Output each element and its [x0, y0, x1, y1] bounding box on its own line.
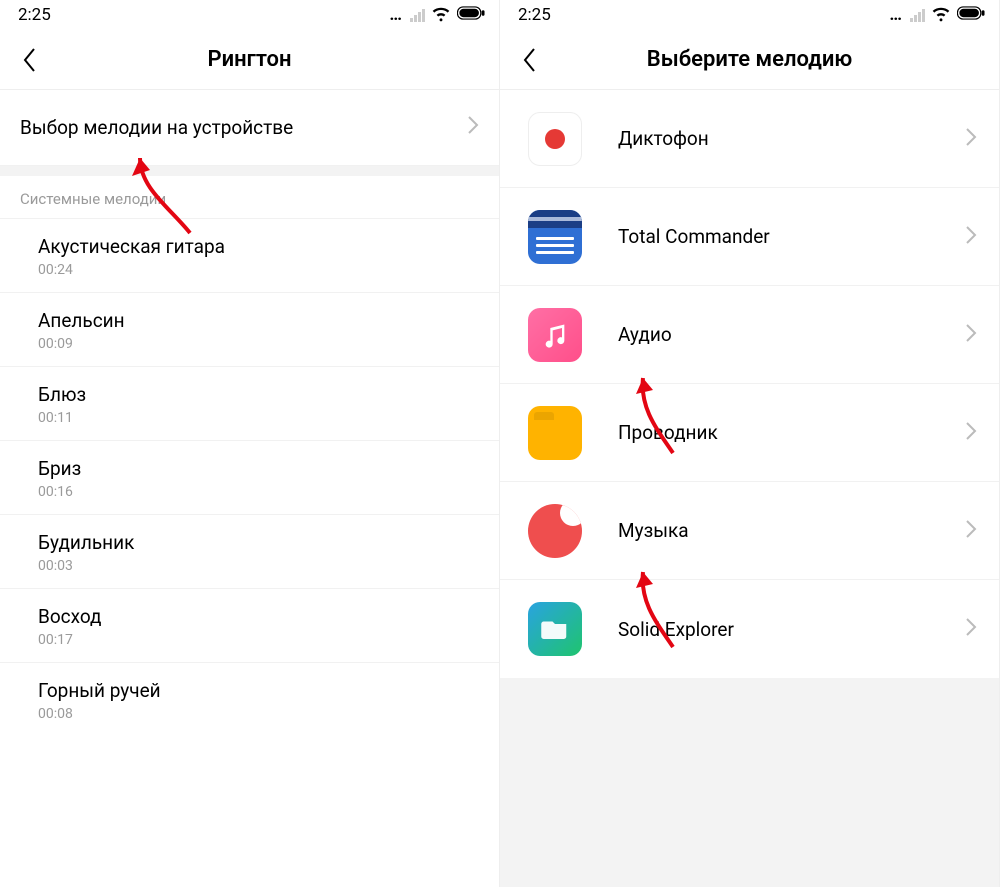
wifi-icon	[431, 3, 451, 28]
music-icon	[528, 504, 582, 558]
melody-item[interactable]: Апельсин 00:09	[0, 292, 499, 366]
chevron-right-icon	[965, 421, 977, 445]
page-title: Выберите мелодию	[500, 47, 999, 72]
more-dots-icon: …	[889, 5, 904, 25]
app-item-solid-explorer[interactable]: Solid Explorer	[500, 580, 999, 678]
back-button[interactable]	[0, 47, 60, 73]
recorder-icon	[528, 112, 582, 166]
system-melodies-header: Системные мелодии	[0, 176, 499, 218]
melody-item[interactable]: Восход 00:17	[0, 588, 499, 662]
melody-name: Апельсин	[38, 309, 479, 332]
chevron-right-icon	[965, 323, 977, 347]
solid-explorer-icon	[528, 602, 582, 656]
melody-name: Бриз	[38, 457, 479, 480]
app-item-music[interactable]: Музыка	[500, 482, 999, 580]
clock: 2:25	[18, 5, 51, 25]
header: Выберите мелодию	[500, 30, 999, 90]
back-button[interactable]	[500, 47, 560, 73]
app-label: Музыка	[618, 519, 965, 542]
melody-item[interactable]: Будильник 00:03	[0, 514, 499, 588]
divider	[0, 166, 499, 176]
chevron-right-icon	[965, 519, 977, 543]
melody-duration: 00:11	[38, 410, 479, 426]
status-icons: …	[889, 3, 985, 28]
melody-duration: 00:16	[38, 484, 479, 500]
chevron-right-icon	[965, 225, 977, 249]
app-item-audio[interactable]: Аудио	[500, 286, 999, 384]
chevron-right-icon	[965, 617, 977, 641]
empty-area	[500, 678, 999, 887]
page-title: Рингтон	[0, 47, 499, 72]
melody-name: Будильник	[38, 531, 479, 554]
app-item-file-explorer[interactable]: Проводник	[500, 384, 999, 482]
battery-icon	[957, 5, 985, 25]
app-label: Диктофон	[618, 127, 965, 150]
melody-duration: 00:17	[38, 632, 479, 648]
right-screen: 2:25 … Выберите мелодию Диктофон Total C…	[500, 0, 1000, 887]
app-item-total-commander[interactable]: Total Commander	[500, 188, 999, 286]
chevron-right-icon	[965, 127, 977, 151]
status-bar: 2:25 …	[0, 0, 499, 30]
chevron-right-icon	[467, 115, 479, 140]
melody-duration: 00:24	[38, 262, 479, 278]
battery-icon	[457, 5, 485, 25]
app-item-recorder[interactable]: Диктофон	[500, 90, 999, 188]
folder-icon	[528, 406, 582, 460]
melody-name: Блюз	[38, 383, 479, 406]
app-list: Диктофон Total Commander Аудио Проводник…	[500, 90, 999, 678]
melody-name: Акустическая гитара	[38, 235, 479, 258]
melody-duration: 00:09	[38, 336, 479, 352]
pick-melody-on-device[interactable]: Выбор мелодии на устройстве	[0, 90, 499, 166]
wifi-icon	[931, 3, 951, 28]
pick-melody-label: Выбор мелодии на устройстве	[20, 116, 293, 139]
melody-name: Восход	[38, 605, 479, 628]
melody-item[interactable]: Акустическая гитара 00:24	[0, 218, 499, 292]
left-screen: 2:25 … Рингтон Выбор мелодии на устройст…	[0, 0, 500, 887]
more-dots-icon: …	[389, 5, 404, 25]
status-icons: …	[389, 3, 485, 28]
clock: 2:25	[518, 5, 551, 25]
status-bar: 2:25 …	[500, 0, 999, 30]
app-label: Total Commander	[618, 225, 965, 248]
melody-item[interactable]: Горный ручей 00:08	[0, 662, 499, 736]
app-label: Проводник	[618, 421, 965, 444]
app-label: Solid Explorer	[618, 618, 965, 641]
melody-item[interactable]: Бриз 00:16	[0, 440, 499, 514]
signal-icon	[910, 9, 925, 22]
app-label: Аудио	[618, 323, 965, 346]
signal-icon	[410, 9, 425, 22]
melody-duration: 00:08	[38, 706, 479, 722]
melody-list: Акустическая гитара 00:24 Апельсин 00:09…	[0, 218, 499, 736]
audio-icon	[528, 308, 582, 362]
melody-duration: 00:03	[38, 558, 479, 574]
melody-name: Горный ручей	[38, 679, 479, 702]
total-commander-icon	[528, 210, 582, 264]
melody-item[interactable]: Блюз 00:11	[0, 366, 499, 440]
header: Рингтон	[0, 30, 499, 90]
